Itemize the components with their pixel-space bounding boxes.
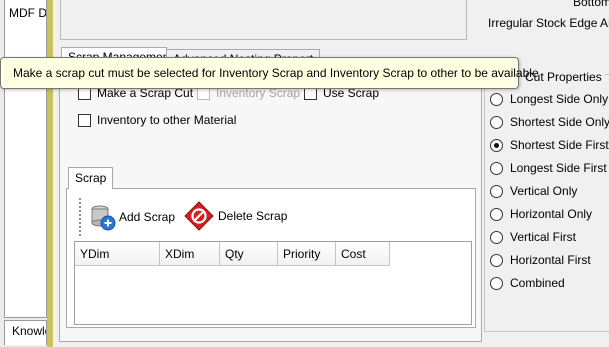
- radio-label: Combined: [510, 276, 565, 290]
- delete-scrap-button[interactable]: Delete Scrap: [184, 201, 287, 231]
- radio-label: Shortest Side Only: [510, 115, 609, 129]
- material-list[interactable]: MDF Do: [4, 0, 47, 318]
- checkbox-box[interactable]: [78, 113, 91, 127]
- radio-button[interactable]: [490, 92, 503, 106]
- radio-shortest-side-first[interactable]: Shortest Side First: [490, 138, 609, 152]
- inventory-other-material-checkbox[interactable]: Inventory to other Material: [78, 113, 236, 127]
- radio-longest-side-first[interactable]: Longest Side First: [490, 161, 607, 175]
- radio-label: Longest Side First: [510, 161, 607, 175]
- delete-scrap-label: Delete Scrap: [218, 209, 288, 223]
- scrap-grid[interactable]: YDim XDim Qty Priority Cost: [74, 241, 472, 325]
- radio-label: Vertical First: [510, 230, 577, 244]
- column-header-ydim[interactable]: YDim: [75, 242, 160, 266]
- tab-scrap[interactable]: Scrap: [68, 167, 113, 189]
- knowledge-tab[interactable]: Knowle: [4, 320, 47, 345]
- add-scrap-icon: [89, 203, 117, 231]
- radio-vertical-only[interactable]: Vertical Only: [490, 184, 577, 198]
- radio-label: Horizontal First: [510, 253, 591, 267]
- add-scrap-label: Add Scrap: [119, 210, 176, 224]
- irregular-stock-edge-label: Irregular Stock Edge Allow: [488, 16, 609, 30]
- radio-combined[interactable]: Combined: [490, 276, 565, 290]
- column-header-priority[interactable]: Priority: [278, 242, 336, 266]
- radio-label: Shortest Side First: [510, 138, 609, 152]
- radio-vertical-first[interactable]: Vertical First: [490, 230, 576, 244]
- column-header-qty[interactable]: Qty: [220, 242, 278, 266]
- bottom-label: Bottom: [573, 0, 609, 9]
- radio-longest-side-only[interactable]: Longest Side Only: [490, 92, 608, 106]
- radio-button[interactable]: [490, 115, 503, 129]
- tooltip: Make a scrap cut must be selected for In…: [0, 57, 539, 89]
- top-settings-box: [60, 0, 467, 40]
- radio-label: Longest Side Only: [510, 92, 609, 106]
- radio-button-selected[interactable]: [490, 138, 503, 152]
- material-list-item[interactable]: MDF Do: [9, 6, 46, 20]
- radio-button[interactable]: [490, 161, 503, 175]
- column-header-cost[interactable]: Cost: [336, 242, 390, 266]
- toolbar-grip[interactable]: [79, 198, 81, 236]
- column-header-xdim[interactable]: XDim: [160, 242, 220, 266]
- radio-horizontal-first[interactable]: Horizontal First: [490, 253, 591, 267]
- cut-properties-group: [484, 74, 609, 332]
- delete-scrap-icon: [184, 201, 214, 231]
- radio-button[interactable]: [490, 276, 503, 290]
- radio-shortest-side-only[interactable]: Shortest Side Only: [490, 115, 609, 129]
- radio-button[interactable]: [490, 230, 503, 244]
- add-scrap-button[interactable]: Add Scrap: [89, 203, 175, 231]
- radio-button[interactable]: [490, 253, 503, 267]
- radio-button[interactable]: [490, 184, 503, 198]
- radio-label: Vertical Only: [510, 184, 578, 198]
- radio-button[interactable]: [490, 207, 503, 221]
- grid-header: YDim XDim Qty Priority Cost: [75, 242, 471, 266]
- radio-label: Horizontal Only: [510, 207, 593, 221]
- radio-horizontal-only[interactable]: Horizontal Only: [490, 207, 592, 221]
- inventory-other-material-label: Inventory to other Material: [97, 113, 237, 127]
